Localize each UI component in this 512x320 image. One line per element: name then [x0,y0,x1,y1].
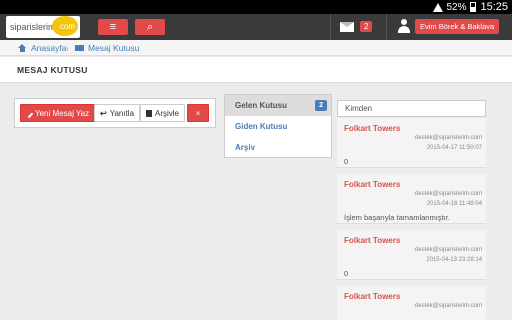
status-bar: 52% 15:25 [0,0,512,14]
breadcrumb-separator: › [66,43,69,53]
top-navbar: siparislerim com ≡ ⌕ 2 Evim Börek & Bakl… [0,14,512,40]
menu-icon: ≡ [109,21,117,33]
user-icon[interactable] [398,19,410,33]
message-email: destek@siparislerim.com [414,303,482,309]
message-body: İşlem başarıyla tamamlanmıştır. [344,213,450,222]
message-item[interactable]: Folkart Towers destek@siparislerim.com [337,286,486,320]
message-body: 0 [344,157,349,166]
message-email: destek@siparislerim.com [414,247,482,253]
message-date: 2015-04-17 11:50:07 [426,145,482,151]
folder-label: Giden Kutusu [235,122,288,131]
battery-icon [470,2,477,12]
folder-label: Arşiv [235,143,256,152]
inbox-count-badge: 2 [315,100,327,111]
message-email: destek@siparislerim.com [414,135,482,141]
clock: 15:25 [480,1,508,13]
reply-label: Yanıtla [109,109,135,118]
logo-suffix: com [59,22,75,31]
close-icon: × [195,109,201,118]
reply-button[interactable]: ↩ Yanıtla [94,104,141,122]
delete-button[interactable]: × [187,104,209,122]
folder-label: Gelen Kutusu [235,101,288,110]
message-date: 2015-04-16 11:48:04 [426,201,482,207]
new-message-label: Yeni Mesaj Yaz [35,109,90,118]
envelope-icon [340,22,354,32]
page-header: MESAJ KUTUSU [0,57,512,83]
message-sender: Folkart Towers [344,124,401,133]
folder-list: Gelen Kutusu 2 Giden Kutusu Arşiv [224,94,332,158]
logo-text: siparislerim [10,22,56,32]
message-count-badge: 2 [360,21,373,32]
folder-sent[interactable]: Giden Kutusu [225,116,331,137]
wifi-icon [433,2,444,12]
archive-button[interactable]: Arşivle [140,104,186,122]
main-content: Yeni Mesaj Yaz ↩ Yanıtla Arşivle × Gelen … [0,84,512,320]
page-title: MESAJ KUTUSU [17,65,88,75]
breadcrumb-home[interactable]: Anasayfa [31,43,66,53]
folder-archive[interactable]: Arşiv [225,137,331,158]
nav-divider [330,14,331,40]
search-icon: ⌕ [146,21,154,33]
archive-label: Arşivle [155,109,180,118]
menu-button[interactable]: ≡ [98,19,128,35]
breadcrumb-current[interactable]: Mesaj Kutusu [88,43,140,53]
message-email: destek@siparislerim.com [414,191,482,197]
search-button[interactable]: ⌕ [135,19,165,35]
message-list-header: Kimden [337,100,486,117]
folder-inbox[interactable]: Gelen Kutusu 2 [225,95,331,116]
breadcrumb: Anasayfa › Mesaj Kutusu [0,40,512,56]
message-item[interactable]: Folkart Towers destek@siparislerim.com 2… [337,118,486,168]
message-item[interactable]: Folkart Towers destek@siparislerim.com 2… [337,174,486,224]
message-toolbar: Yeni Mesaj Yaz ↩ Yanıtla Arşivle × [14,98,216,128]
home-icon [18,44,27,52]
battery-percent: 52% [446,1,467,13]
logo[interactable]: siparislerim com [6,16,80,38]
message-date: 2015-04-13 23:28:14 [426,257,482,263]
message-sender: Folkart Towers [344,236,401,245]
message-item[interactable]: Folkart Towers destek@siparislerim.com 2… [337,230,486,280]
message-sender: Folkart Towers [344,292,401,301]
reply-icon: ↩ [100,109,107,118]
mail-icon [75,45,84,51]
user-name-button[interactable]: Evim Börek & Baklava [415,19,500,34]
messages-button[interactable]: 2 [338,20,378,36]
message-body: 0 [344,269,349,278]
pencil-icon [24,109,34,119]
message-sender: Folkart Towers [344,180,401,189]
new-message-button[interactable]: Yeni Mesaj Yaz [20,104,96,122]
archive-icon [146,110,152,117]
nav-divider [386,14,387,40]
